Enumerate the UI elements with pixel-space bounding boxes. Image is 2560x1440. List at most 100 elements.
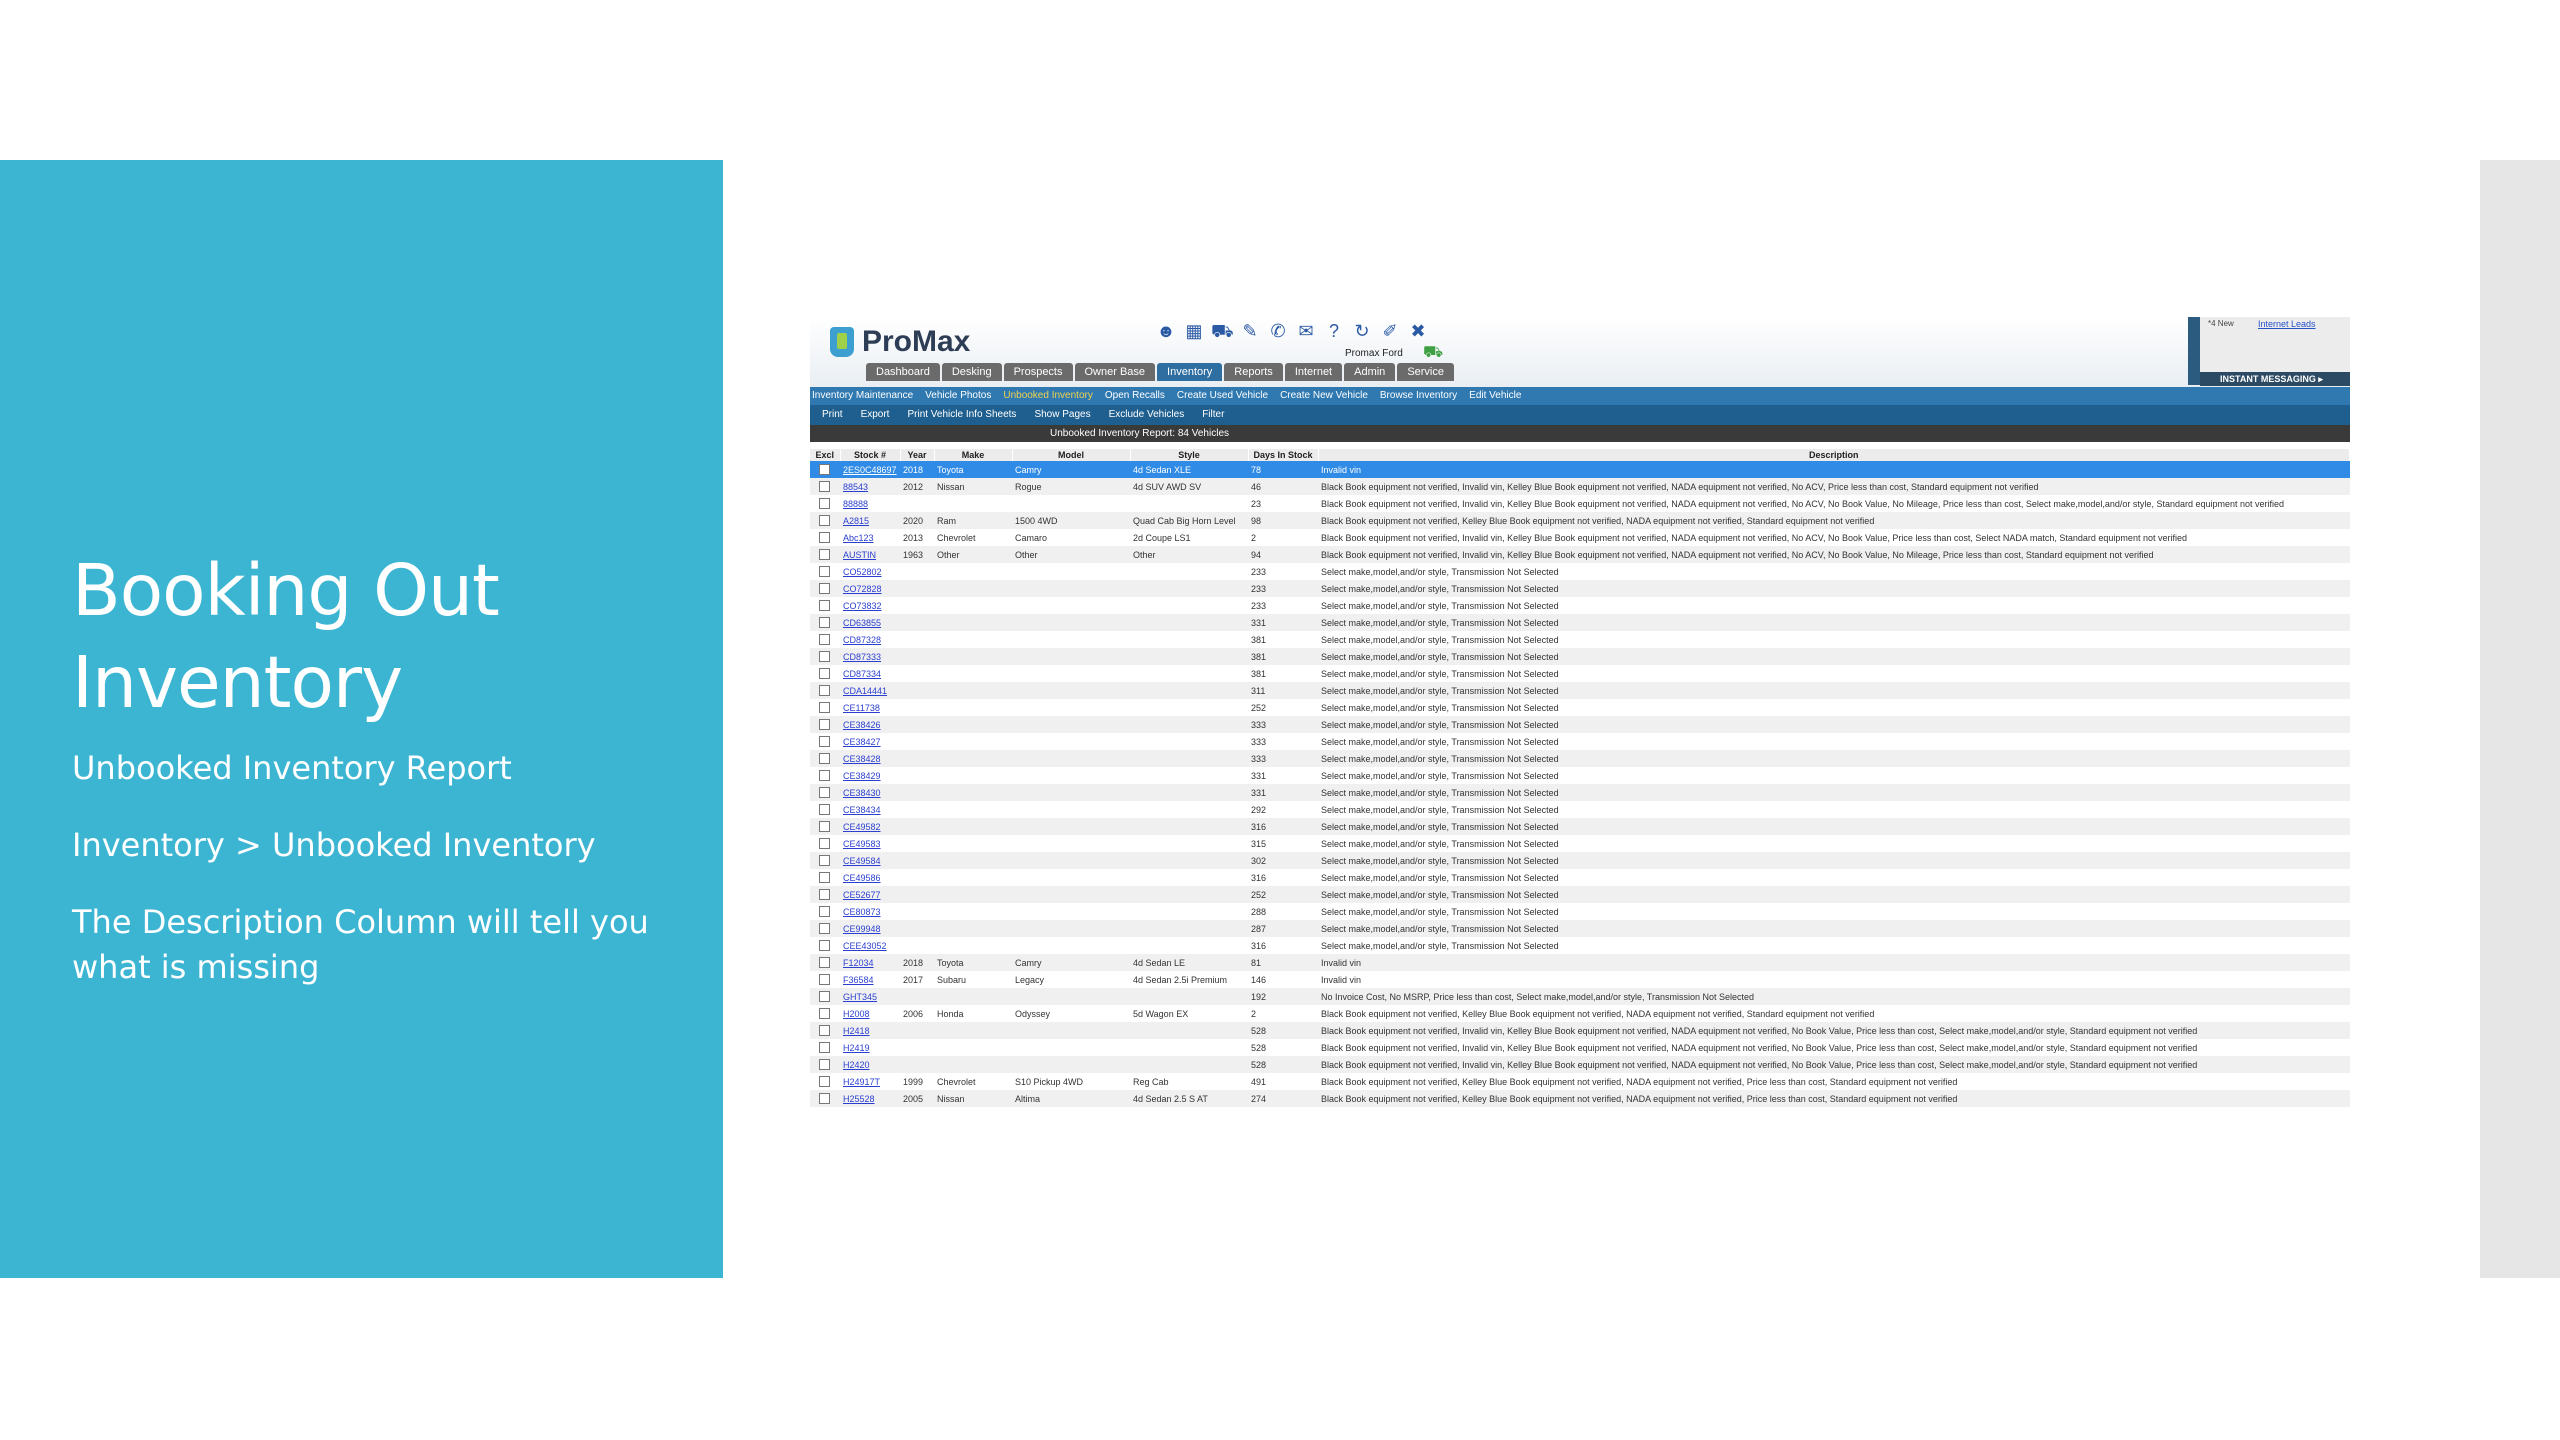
exclude-checkbox[interactable] [819,719,830,731]
exclude-checkbox[interactable] [819,515,830,527]
help-icon[interactable]: ? [1323,321,1345,341]
exclude-checkbox[interactable] [819,668,830,680]
stock-link[interactable]: H2008 [843,1009,870,1019]
stock-link[interactable]: 88543 [843,482,868,492]
table-row[interactable]: CE49584 302 Select make,model,and/or style… [810,852,2350,869]
table-row[interactable]: CD87333 381 Select make,model,and/or style… [810,648,2350,665]
table-row[interactable]: A2815 2020 Ram 1500 4WD Quad Cab Big Horn Le… [810,512,2350,529]
stock-link[interactable]: CE38426 [843,720,881,730]
exclude-checkbox[interactable] [819,702,830,714]
dealer-name[interactable]: Promax Ford [1345,348,1403,359]
close-icon[interactable]: ✖ [1407,321,1429,341]
show-pages-button[interactable]: Show Pages [1034,405,1090,425]
exclude-checkbox[interactable] [819,1042,830,1054]
stock-link[interactable]: CO72828 [843,584,882,594]
exclude-checkbox[interactable] [819,872,830,884]
table-row[interactable]: H25528 2005 Nissan Altima 4d Sedan 2.5 S AT 2… [810,1090,2350,1107]
stock-link[interactable]: H25528 [843,1094,875,1104]
calendar-icon[interactable]: ▦ [1183,321,1205,341]
export-button[interactable]: Export [861,405,890,425]
table-row[interactable]: CE49586 316 Select make,model,and/or style… [810,869,2350,886]
exclude-checkbox[interactable] [819,889,830,901]
exclude-checkbox[interactable] [819,736,830,748]
exclude-checkbox[interactable] [819,566,830,578]
table-row[interactable]: CO73832 233 Select make,model,and/or style… [810,597,2350,614]
side-toggle[interactable] [2188,317,2200,385]
table-row[interactable]: CDA14441 311 Select make,model,and/or styl… [810,682,2350,699]
stock-link[interactable]: A2815 [843,516,869,526]
stock-link[interactable]: H2420 [843,1060,870,1070]
table-row[interactable]: H2418 528 Black Book equipment not verifie… [810,1022,2350,1039]
table-row[interactable]: CE49582 316 Select make,model,and/or style… [810,818,2350,835]
table-row[interactable]: CO72828 233 Select make,model,and/or style… [810,580,2350,597]
stock-link[interactable]: CD87334 [843,669,881,679]
col-excl[interactable]: Excl [810,449,841,461]
exclude-checkbox[interactable] [819,923,830,935]
table-row[interactable]: F36584 2017 Subaru Legacy 4d Sedan 2.5i Prem… [810,971,2350,988]
internet-leads-link[interactable]: Internet Leads [2258,319,2316,329]
stock-link[interactable]: CD87333 [843,652,881,662]
exclude-checkbox[interactable] [819,549,830,561]
tab-prospects[interactable]: Prospects [1003,363,1073,381]
stock-link[interactable]: CE49586 [843,873,881,883]
stock-link[interactable]: CO73832 [843,601,882,611]
stock-link[interactable]: H24917T [843,1077,880,1087]
exclude-checkbox[interactable] [819,974,830,986]
stock-link[interactable]: H2419 [843,1043,870,1053]
stock-link[interactable]: CEE43052 [843,941,887,951]
print-button[interactable]: Print [822,405,843,425]
exclude-checkbox[interactable] [819,855,830,867]
exclude-checkbox[interactable] [819,532,830,544]
stock-link[interactable]: CE38434 [843,805,881,815]
exclude-checkbox[interactable] [819,787,830,799]
subnav-open-recalls[interactable]: Open Recalls [1105,387,1165,405]
exclude-checkbox[interactable] [819,957,830,969]
table-row[interactable]: GHT345 192 No Invoice Cost, No MSRP, Price… [810,988,2350,1005]
table-row[interactable]: CD87328 381 Select make,model,and/or style… [810,631,2350,648]
table-row[interactable]: CE38434 292 Select make,model,and/or style… [810,801,2350,818]
col-days-in-stock[interactable]: Days In Stock [1248,449,1319,461]
subnav-vehicle-photos[interactable]: Vehicle Photos [925,387,991,405]
stock-link[interactable]: CE99948 [843,924,881,934]
col-stock[interactable]: Stock # [840,449,901,461]
tab-desking[interactable]: Desking [941,363,1002,381]
stock-link[interactable]: 88888 [843,499,868,509]
subnav-create-new-vehicle[interactable]: Create New Vehicle [1280,387,1368,405]
stock-link[interactable]: CE38428 [843,754,881,764]
table-row[interactable]: H2419 528 Black Book equipment not verifie… [810,1039,2350,1056]
exclude-checkbox[interactable] [819,634,830,646]
subnav-browse-inventory[interactable]: Browse Inventory [1380,387,1457,405]
exclude-checkbox[interactable] [819,753,830,765]
exclude-checkbox[interactable] [819,770,830,782]
stock-link[interactable]: GHT345 [843,992,877,1002]
exclude-checkbox[interactable] [819,1059,830,1071]
stock-link[interactable]: AUSTIN [843,550,876,560]
stock-link[interactable]: Abc123 [843,533,874,543]
table-row[interactable]: CE38429 331 Select make,model,and/or style… [810,767,2350,784]
stock-link[interactable]: CE49584 [843,856,881,866]
stock-link[interactable]: 2ES0C48697 [843,465,897,475]
instant-messaging-bar[interactable]: INSTANT MESSAGING ▸ [2200,372,2350,386]
stock-link[interactable]: CE38429 [843,771,881,781]
exclude-checkbox[interactable] [819,600,830,612]
stock-link[interactable]: CD63855 [843,618,881,628]
stock-link[interactable]: CE49582 [843,822,881,832]
exclude-checkbox[interactable] [819,583,830,595]
stock-link[interactable]: F12034 [843,958,874,968]
col-description[interactable]: Description [1318,449,2350,461]
tab-internet[interactable]: Internet [1284,363,1343,381]
table-row[interactable]: H24917T 1999 Chevrolet S10 Pickup 4WD Reg Ca… [810,1073,2350,1090]
exclude-checkbox[interactable] [819,906,830,918]
table-row[interactable]: CE38426 333 Select make,model,and/or style… [810,716,2350,733]
print-info-sheets-button[interactable]: Print Vehicle Info Sheets [907,405,1016,425]
table-row[interactable]: CE38427 333 Select make,model,and/or style… [810,733,2350,750]
tab-dashboard[interactable]: Dashboard [866,363,940,381]
table-row[interactable]: CD63855 331 Select make,model,and/or style… [810,614,2350,631]
stock-link[interactable]: CE52677 [843,890,881,900]
table-row[interactable]: CE80873 288 Select make,model,and/or style… [810,903,2350,920]
col-model[interactable]: Model [1012,449,1131,461]
stock-link[interactable]: CE49583 [843,839,881,849]
exclude-checkbox[interactable] [819,685,830,697]
stock-link[interactable]: CE38430 [843,788,881,798]
table-row[interactable]: CE11738 252 Select make,model,and/or style… [810,699,2350,716]
